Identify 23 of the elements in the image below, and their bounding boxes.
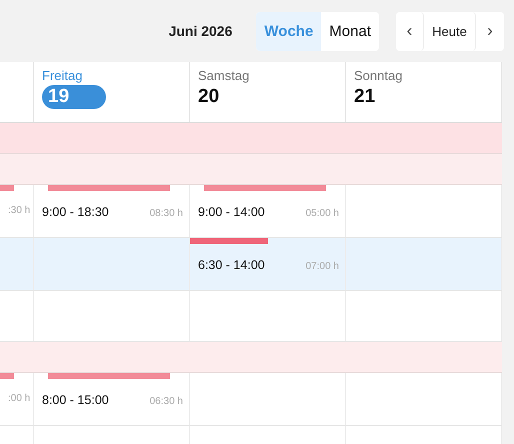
weekday-label: Sonntag	[354, 68, 402, 83]
shift-duration: 05:00 h	[306, 208, 339, 219]
date-number: 21	[354, 85, 376, 109]
shift-duration: :00 h	[8, 393, 30, 404]
shift-bar[interactable]	[0, 373, 14, 379]
shift-bar[interactable]	[204, 185, 326, 191]
shift-duration: 07:00 h	[306, 261, 339, 272]
month-title: Juni 2026	[168, 23, 232, 39]
shift-time: 8:00 - 15:00	[42, 393, 109, 407]
shift-duration: 08:30 h	[150, 208, 183, 219]
weekday-label: Samstag	[198, 68, 250, 83]
shift-bar[interactable]	[190, 238, 268, 244]
shift-bar[interactable]	[48, 373, 170, 379]
date-number: 20	[198, 85, 220, 109]
shift-bar[interactable]	[48, 185, 170, 191]
shift-duration: :30 h	[8, 205, 30, 216]
shift-bar[interactable]	[0, 185, 14, 191]
weekday-label: Freitag	[42, 68, 84, 83]
date-number: 19	[42, 85, 106, 109]
shift-time: 9:00 - 18:30	[42, 205, 109, 219]
shift-time: 9:00 - 14:00	[198, 205, 265, 219]
shift-time: 6:30 - 14:00	[198, 258, 265, 272]
shift-duration: 06:30 h	[150, 396, 183, 407]
